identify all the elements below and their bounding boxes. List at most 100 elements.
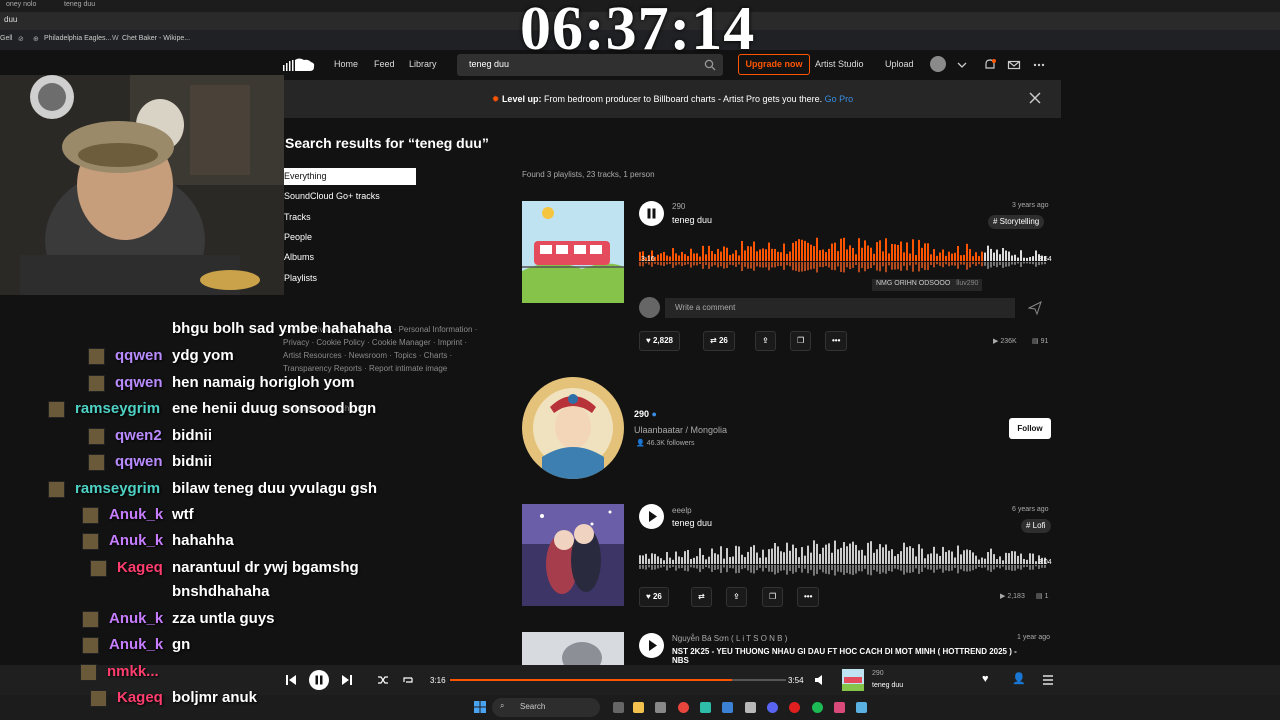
task-view-icon[interactable]	[613, 702, 624, 713]
upload-link[interactable]: Upload	[885, 59, 914, 69]
waveform-bar-reflection	[1029, 262, 1031, 264]
more-icon[interactable]	[1032, 58, 1046, 72]
more-button[interactable]: •••	[825, 331, 848, 351]
share-button[interactable]: ⇪	[726, 587, 747, 607]
track-waveform[interactable]	[639, 235, 1049, 281]
track-artwork[interactable]	[522, 632, 624, 665]
artist-avatar[interactable]	[522, 377, 624, 479]
artist-studio-link[interactable]: Artist Studio	[815, 59, 864, 69]
address-text: duu	[4, 15, 18, 24]
waveform-bar-reflection	[984, 262, 986, 266]
more-button[interactable]: •••	[797, 587, 820, 607]
repeat-icon[interactable]	[401, 673, 415, 687]
opera-icon[interactable]	[789, 702, 800, 713]
next-icon[interactable]	[340, 673, 354, 687]
track-artist[interactable]: Nguyễn Bá Sơn ( L i T S O N B )	[672, 634, 787, 643]
footer-line[interactable]: Privacy · Cookie Policy · Cookie Manager…	[283, 336, 493, 349]
bell-icon[interactable]	[983, 58, 997, 72]
like-button[interactable]: ♥ 2,828	[639, 331, 681, 351]
waveform-bar	[828, 543, 830, 564]
copy-link-button[interactable]: ❐	[762, 587, 784, 607]
follow-button[interactable]: Follow	[1009, 418, 1051, 439]
app-icon[interactable]	[700, 702, 711, 713]
chrome-icon[interactable]	[678, 702, 689, 713]
track-title[interactable]: teneg duu	[672, 518, 712, 528]
app-icon[interactable]	[834, 702, 845, 713]
app-icon[interactable]	[722, 702, 733, 713]
track-artist[interactable]: 290	[672, 202, 685, 211]
user-avatar[interactable]	[930, 56, 946, 72]
filter-tracks[interactable]: Tracks	[284, 209, 416, 226]
bookmark-item[interactable]: Gell	[0, 35, 12, 42]
waveform-bar	[1020, 250, 1022, 261]
heart-icon[interactable]: ♥	[982, 673, 996, 687]
waveform-bar-reflection	[999, 565, 1001, 569]
app-icon[interactable]	[655, 702, 666, 713]
now-playing-artist[interactable]: 290	[872, 670, 884, 677]
bookmark-item[interactable]: Chet Baker - Wikipe...	[122, 35, 190, 42]
volume-icon[interactable]	[813, 673, 827, 687]
spotify-icon[interactable]	[812, 702, 823, 713]
waveform-bar-reflection	[669, 262, 671, 265]
waveform-bar-reflection	[783, 262, 785, 270]
file-explorer-icon[interactable]	[633, 702, 644, 713]
bookmark-item[interactable]: Philadelphia Eagles...	[44, 35, 111, 42]
filter-everything[interactable]: Everything	[284, 168, 416, 185]
play-button[interactable]	[639, 504, 664, 529]
track-title[interactable]: NST 2K25 - YEU THUONG NHAU GI DAU FT HOC…	[672, 647, 1022, 665]
copy-link-button[interactable]: ❐	[790, 331, 812, 351]
track-artwork[interactable]	[522, 201, 624, 303]
app-icon[interactable]	[856, 702, 867, 713]
track-waveform[interactable]	[639, 538, 1049, 584]
follow-user-icon[interactable]: 👤	[1012, 672, 1026, 686]
like-button[interactable]: ♥ 26	[639, 587, 669, 607]
waveform-bar-reflection	[768, 262, 770, 271]
chevron-down-icon[interactable]	[955, 58, 969, 72]
now-playing-artwork[interactable]	[842, 669, 864, 691]
now-playing-title[interactable]: teneg duu	[872, 682, 903, 689]
share-button[interactable]: ⇪	[755, 331, 776, 351]
filter-playlists[interactable]: Playlists	[284, 270, 416, 287]
app-icon[interactable]	[745, 702, 756, 713]
browser-tab[interactable]: teneg duu	[60, 0, 99, 10]
taskbar-search[interactable]: ⌕ Search	[492, 698, 600, 717]
pause-button[interactable]	[639, 201, 664, 226]
person-name[interactable]: 290 ●	[634, 409, 657, 419]
browser-tab[interactable]: oney nolo	[2, 0, 40, 10]
waveform-bar	[846, 249, 848, 261]
comment-input[interactable]: Write a comment	[665, 298, 1015, 318]
soundcloud-logo-icon[interactable]	[283, 57, 315, 71]
mail-icon[interactable]	[1007, 58, 1021, 72]
repost-button[interactable]: ⇄	[691, 587, 712, 607]
go-pro-link[interactable]: Go Pro	[825, 94, 854, 104]
previous-icon[interactable]	[284, 673, 298, 687]
play-button[interactable]	[639, 633, 664, 658]
waveform-bar-reflection	[1008, 262, 1010, 267]
nav-home[interactable]: Home	[334, 59, 358, 69]
nav-library[interactable]: Library	[409, 59, 437, 69]
pause-icon[interactable]	[308, 669, 330, 691]
track-title[interactable]: teneg duu	[672, 215, 712, 225]
filter-albums[interactable]: Albums	[284, 249, 416, 266]
filter-people[interactable]: People	[284, 229, 416, 246]
footer-line[interactable]: Artist Resources · Newsroom · Topics · C…	[283, 349, 493, 362]
waveform-bar	[813, 246, 815, 261]
windows-start-icon[interactable]	[474, 701, 486, 713]
track-tag[interactable]: # Storytelling	[988, 215, 1045, 229]
close-icon[interactable]	[1029, 92, 1041, 104]
nav-feed[interactable]: Feed	[374, 59, 395, 69]
progress-bar[interactable]	[450, 679, 786, 681]
track-artist[interactable]: eeelp	[672, 506, 692, 515]
waveform-bar-reflection	[828, 565, 830, 575]
waveform-bar	[711, 548, 713, 564]
track-artwork[interactable]	[522, 504, 624, 606]
waveform-bar-reflection	[732, 262, 734, 266]
track-tag[interactable]: # Lofi	[1021, 519, 1051, 533]
shuffle-icon[interactable]	[376, 673, 390, 687]
filter-go-plus-tracks[interactable]: SoundCloud Go+ tracks	[284, 188, 416, 205]
repost-button[interactable]: ⇄ 26	[703, 331, 735, 351]
queue-icon[interactable]	[1041, 673, 1055, 687]
waveform-bar	[783, 243, 785, 261]
discord-icon[interactable]	[767, 702, 778, 713]
send-icon[interactable]	[1028, 301, 1042, 315]
